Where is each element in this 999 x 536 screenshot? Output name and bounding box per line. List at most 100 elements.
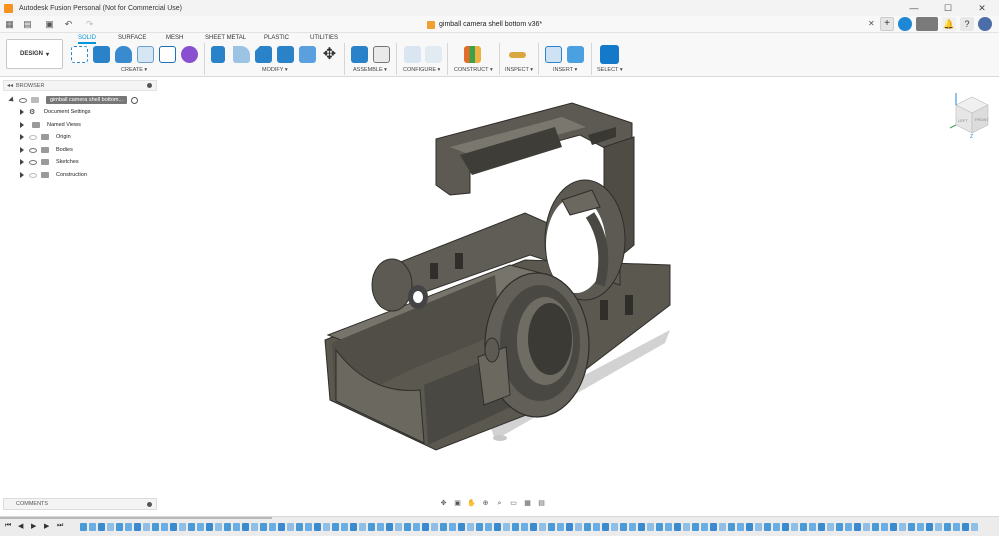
undo-icon[interactable]: ↶ xyxy=(63,19,74,30)
insert-image-icon[interactable] xyxy=(567,46,584,63)
timeline-feature-icon[interactable] xyxy=(719,523,726,531)
browser-item-origin[interactable]: Origin xyxy=(20,132,71,142)
timeline-feature-icon[interactable] xyxy=(251,523,258,531)
timeline-feature-icon[interactable] xyxy=(539,523,546,531)
timeline-feature-icon[interactable] xyxy=(359,523,366,531)
joint-icon[interactable] xyxy=(373,46,390,63)
timeline-feature-icon[interactable] xyxy=(377,523,384,531)
notifications-bell-icon[interactable]: 🔔 xyxy=(942,17,956,31)
timeline-feature-icon[interactable] xyxy=(611,523,618,531)
insert-derive-icon[interactable] xyxy=(545,46,562,63)
timeline-feature-icon[interactable] xyxy=(188,523,195,531)
expand-arrow-icon[interactable] xyxy=(20,122,24,128)
pan-hand-icon[interactable]: ✋ xyxy=(466,499,477,508)
look-at-icon[interactable]: ▣ xyxy=(452,499,463,508)
expand-arrow-icon[interactable] xyxy=(20,172,24,178)
revolve-icon[interactable] xyxy=(115,46,132,63)
activate-radio-icon[interactable] xyxy=(131,96,139,104)
save-icon[interactable]: ▣ xyxy=(44,19,55,30)
timeline-feature-icon[interactable] xyxy=(242,523,249,531)
timeline-feature-icon[interactable] xyxy=(341,523,348,531)
timeline-feature-icon[interactable] xyxy=(143,523,150,531)
visibility-eye-icon[interactable] xyxy=(19,97,27,103)
timeline-feature-icon[interactable] xyxy=(404,523,411,531)
timeline-feature-icon[interactable] xyxy=(683,523,690,531)
timeline-feature-icon[interactable] xyxy=(431,523,438,531)
timeline-feature-icon[interactable] xyxy=(152,523,159,531)
insert-menu[interactable]: INSERT ▾ xyxy=(553,67,577,73)
timeline-feature-icon[interactable] xyxy=(422,523,429,531)
viewcube-face-left[interactable]: LEFT xyxy=(958,118,968,123)
timeline-feature-icon[interactable] xyxy=(80,523,87,531)
offset-plane-icon[interactable] xyxy=(464,46,481,63)
model-viewport[interactable] xyxy=(300,95,700,455)
fillet-icon[interactable] xyxy=(233,46,250,63)
browser-item-construction[interactable]: Construction xyxy=(20,170,87,180)
timeline-feature-icon[interactable] xyxy=(260,523,267,531)
timeline-feature-icon[interactable] xyxy=(899,523,906,531)
visibility-eye-icon[interactable] xyxy=(29,159,37,165)
maximize-button[interactable]: ☐ xyxy=(931,0,965,16)
timeline-feature-icon[interactable] xyxy=(764,523,771,531)
construct-menu[interactable]: CONSTRUCT ▾ xyxy=(454,67,493,73)
timeline-feature-icon[interactable] xyxy=(737,523,744,531)
hole-icon[interactable] xyxy=(137,46,154,63)
tab-surface[interactable]: SURFACE xyxy=(118,35,146,41)
timeline-feature-icon[interactable] xyxy=(206,523,213,531)
timeline-step-back-button[interactable]: ◀ xyxy=(18,522,23,530)
timeline-feature-icon[interactable] xyxy=(872,523,879,531)
timeline-feature-icon[interactable] xyxy=(809,523,816,531)
fit-zoom-icon[interactable]: ⌕ xyxy=(494,499,505,508)
timeline-feature-icon[interactable] xyxy=(971,523,978,531)
pattern-icon[interactable] xyxy=(159,46,176,63)
timeline-feature-icon[interactable] xyxy=(494,523,501,531)
timeline-feature-icon[interactable] xyxy=(863,523,870,531)
measure-icon[interactable] xyxy=(509,52,526,58)
timeline-step-forward-button[interactable]: ▶ xyxy=(44,522,49,530)
timeline-feature-icon[interactable] xyxy=(818,523,825,531)
browser-item-bodies[interactable]: Bodies xyxy=(20,145,73,155)
timeline-feature-icon[interactable] xyxy=(890,523,897,531)
timeline-feature-icon[interactable] xyxy=(926,523,933,531)
add-comment-icon[interactable] xyxy=(147,502,152,507)
select-icon[interactable] xyxy=(600,45,619,64)
timeline-feature-icon[interactable] xyxy=(287,523,294,531)
close-document-icon[interactable]: ✕ xyxy=(868,19,875,28)
expand-arrow-icon[interactable] xyxy=(8,96,16,104)
timeline-feature-icon[interactable] xyxy=(332,523,339,531)
timeline-feature-icon[interactable] xyxy=(476,523,483,531)
timeline-feature-icon[interactable] xyxy=(944,523,951,531)
timeline-feature-icon[interactable] xyxy=(224,523,231,531)
redo-icon[interactable]: ↷ xyxy=(84,19,95,30)
timeline-feature-icon[interactable] xyxy=(548,523,555,531)
user-avatar[interactable] xyxy=(978,17,992,31)
form-icon[interactable] xyxy=(181,46,198,63)
select-menu[interactable]: SELECT ▾ xyxy=(597,67,623,73)
timeline-feature-icon[interactable] xyxy=(575,523,582,531)
timeline-feature-icon[interactable] xyxy=(350,523,357,531)
timeline-feature-icon[interactable] xyxy=(782,523,789,531)
orbit-icon[interactable]: ✥ xyxy=(438,499,449,508)
timeline-feature-icon[interactable] xyxy=(836,523,843,531)
configure-menu[interactable]: CONFIGURE ▾ xyxy=(403,67,440,73)
timeline-scrollbar[interactable] xyxy=(0,517,272,519)
tab-sheet-metal[interactable]: SHEET METAL xyxy=(205,35,246,41)
inspect-menu[interactable]: INSPECT ▾ xyxy=(505,67,533,73)
timeline-feature-icon[interactable] xyxy=(908,523,915,531)
timeline-feature-icon[interactable] xyxy=(620,523,627,531)
timeline-play-button[interactable]: ▶ xyxy=(31,522,36,530)
configure-table-icon[interactable] xyxy=(425,46,442,63)
timeline-feature-icon[interactable] xyxy=(278,523,285,531)
timeline-feature-icon[interactable] xyxy=(566,523,573,531)
timeline-feature-icon[interactable] xyxy=(467,523,474,531)
browser-item-document-settings[interactable]: ⚙ Document Settings xyxy=(20,107,90,117)
timeline-feature-icon[interactable] xyxy=(386,523,393,531)
timeline-go-start-button[interactable]: ⏮ xyxy=(5,522,11,530)
tab-utilities[interactable]: UTILITIES xyxy=(310,35,338,41)
timeline-feature-icon[interactable] xyxy=(935,523,942,531)
document-tab[interactable]: gimball camera shell bottom v36* xyxy=(427,16,542,33)
timeline-feature-icon[interactable] xyxy=(674,523,681,531)
timeline-feature-icon[interactable] xyxy=(170,523,177,531)
timeline-feature-icon[interactable] xyxy=(593,523,600,531)
new-component-icon[interactable] xyxy=(351,46,368,63)
